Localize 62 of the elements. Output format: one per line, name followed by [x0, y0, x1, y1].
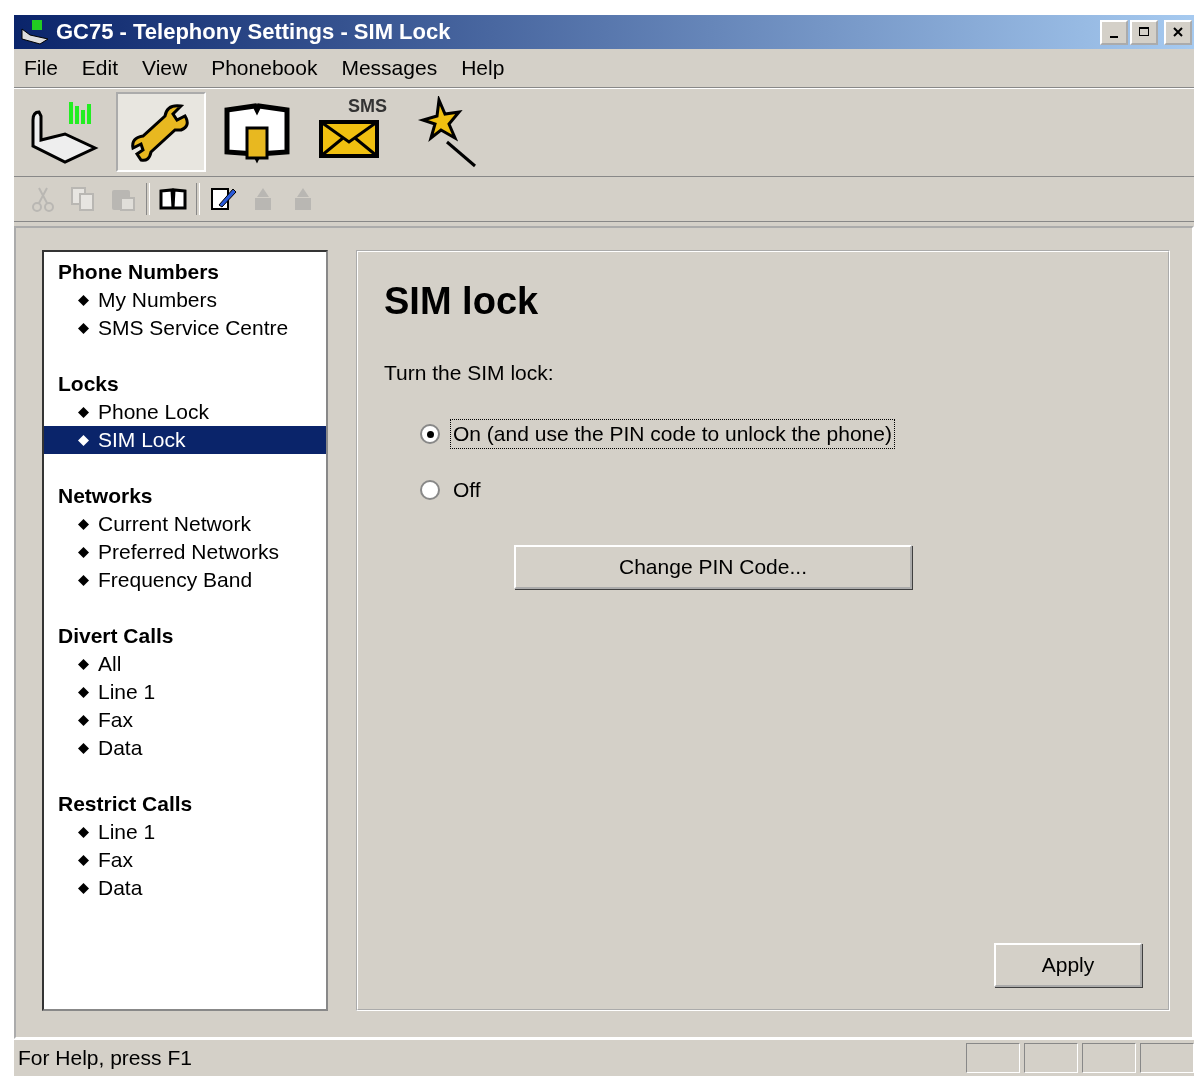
list-item[interactable]: SIM Lock	[44, 426, 326, 454]
group-heading: Restrict Calls	[57, 791, 194, 817]
group-heading: Locks	[57, 371, 120, 397]
wrench-tool-button[interactable]	[116, 92, 206, 172]
close-icon	[1172, 26, 1184, 38]
list-item[interactable]: Line 1	[44, 818, 326, 846]
menu-item[interactable]: Phonebook	[211, 56, 318, 80]
list-item[interactable]: Current Network	[44, 510, 326, 538]
bullet-icon	[78, 827, 89, 838]
list-item[interactable]: Preferred Networks	[44, 538, 326, 566]
bullet-icon	[78, 715, 89, 726]
bullet-icon	[78, 575, 89, 586]
change-pin-button[interactable]: Change PIN Code...	[514, 545, 912, 589]
bullet-icon	[78, 743, 89, 754]
list-item[interactable]: Fax	[44, 846, 326, 874]
bullet-icon	[78, 883, 89, 894]
list-item[interactable]: Data	[44, 734, 326, 762]
bullet-icon	[78, 435, 89, 446]
status-pane	[1140, 1043, 1194, 1073]
list-item[interactable]: Phone Lock	[44, 398, 326, 426]
bullet-icon	[78, 519, 89, 530]
menu-item[interactable]: File	[24, 56, 58, 80]
status-pane	[1082, 1043, 1136, 1073]
radio-button[interactable]	[420, 480, 440, 500]
bullet-icon	[78, 687, 89, 698]
menu-item[interactable]: Help	[461, 56, 505, 80]
menu-item[interactable]: Messages	[341, 56, 438, 80]
sms-label: SMS	[348, 96, 387, 116]
bullet-icon	[78, 407, 89, 418]
minimize-button[interactable]	[1100, 19, 1128, 45]
list-item[interactable]: Line 1	[44, 678, 326, 706]
bullet-icon	[78, 323, 89, 334]
window-title: GC75 - Telephony Settings - SIM Lock	[56, 19, 452, 45]
group-heading: Phone Numbers	[57, 259, 221, 285]
maximize-button[interactable]	[1130, 19, 1158, 45]
list-item[interactable]: My Numbers	[44, 286, 326, 314]
maximize-icon	[1138, 26, 1150, 38]
list-item[interactable]: Fax	[44, 706, 326, 734]
radio-label[interactable]: Off	[450, 475, 484, 505]
group-heading: Networks	[57, 483, 154, 509]
status-pane	[966, 1043, 1020, 1073]
sms-tool-button[interactable]: SMS	[308, 92, 398, 172]
prompt-text: Turn the SIM lock:	[384, 361, 555, 385]
bullet-icon	[78, 855, 89, 866]
group-heading: Divert Calls	[57, 623, 175, 649]
menu-item[interactable]: View	[142, 56, 188, 80]
list-item[interactable]: SMS Service Centre	[44, 314, 326, 342]
close-button[interactable]	[1164, 19, 1192, 45]
status-pane	[1024, 1043, 1078, 1073]
apply-button[interactable]: Apply	[994, 943, 1142, 987]
list-item[interactable]: Data	[44, 874, 326, 902]
minimize-icon	[1110, 36, 1118, 38]
list-item[interactable]: All	[44, 650, 326, 678]
bullet-icon	[78, 295, 89, 306]
radio-label[interactable]: On (and use the PIN code to unlock the phone)	[450, 419, 895, 449]
list-item[interactable]: Frequency Band	[44, 566, 326, 594]
status-text: For Help, press F1	[18, 1046, 193, 1070]
radio-button[interactable]	[420, 424, 440, 444]
bullet-icon	[78, 659, 89, 670]
bullet-icon	[78, 547, 89, 558]
menu-item[interactable]: Edit	[81, 56, 119, 80]
panel-heading: SIM lock	[384, 280, 540, 323]
